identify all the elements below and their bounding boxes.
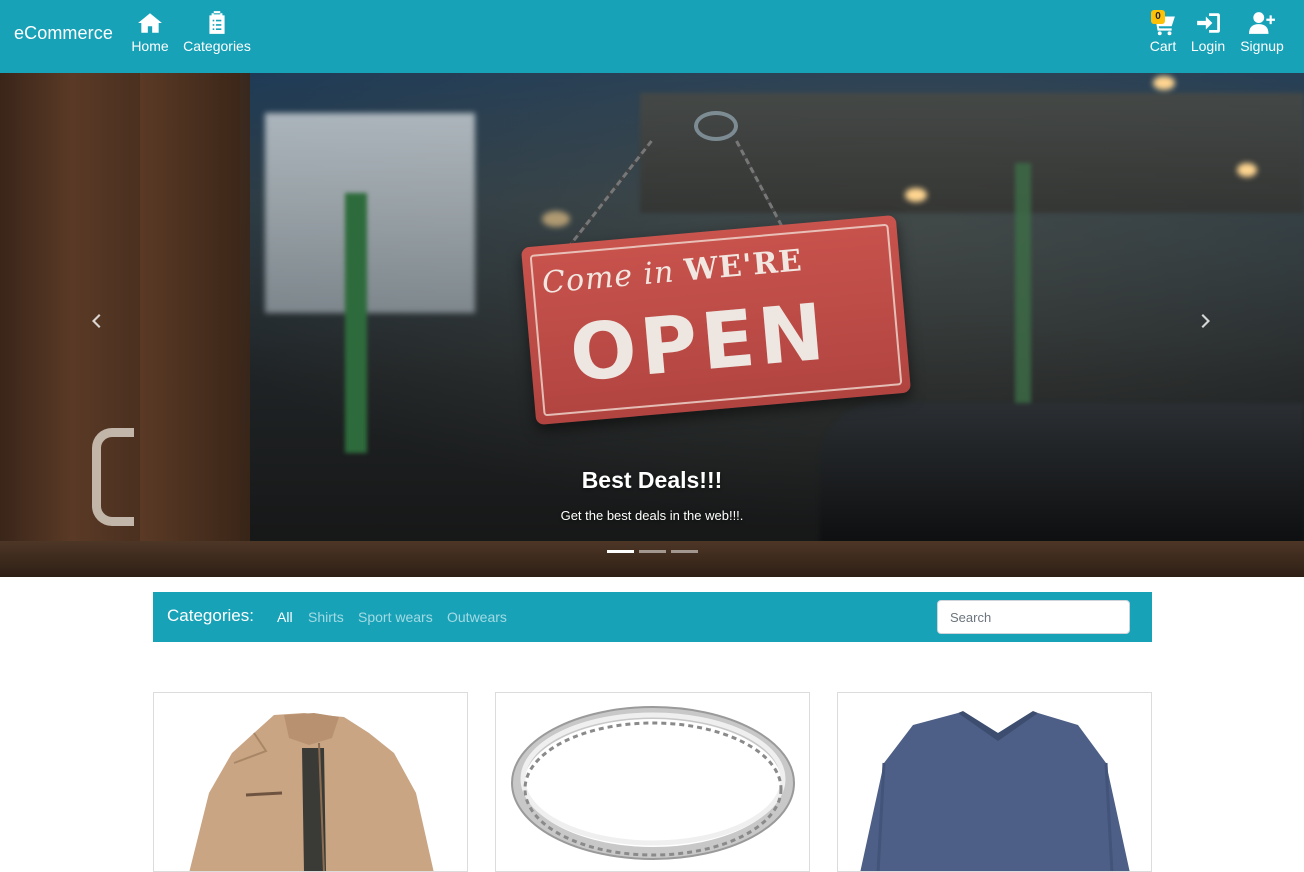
home-icon	[138, 13, 162, 33]
carousel-next-button[interactable]	[1198, 313, 1228, 343]
category-bar-title: Categories:	[167, 606, 254, 625]
clipboard-list-icon	[209, 11, 225, 34]
category-filter-bar: Categories: All Shirts Sport wears Outwe…	[153, 592, 1152, 642]
carousel-indicators	[607, 550, 698, 553]
category-link-all[interactable]: All	[277, 609, 293, 625]
cart-count-badge: 0	[1151, 10, 1165, 24]
nav-login-label: Login	[1190, 38, 1226, 54]
carousel-bg-pole	[1015, 163, 1031, 443]
carousel-indicator[interactable]	[607, 550, 634, 553]
nav-categories-label: Categories	[183, 38, 251, 54]
carousel-bg-light	[1153, 76, 1175, 90]
product-card[interactable]	[153, 692, 468, 872]
nav-signup-label: Signup	[1240, 38, 1284, 54]
chevron-left-icon	[92, 314, 101, 328]
beige-jacket-image	[189, 713, 434, 871]
carousel-bg-light	[542, 211, 570, 227]
nav-home-label: Home	[131, 38, 169, 54]
carousel-bg-light	[905, 188, 927, 202]
nav-cart[interactable]: 0 Cart	[1148, 10, 1178, 54]
hero-carousel: Come in WE'RE OPEN Best Deals!!! Get the …	[0, 73, 1304, 577]
open-sign-image: Come in WE'RE OPEN	[520, 214, 912, 426]
search-input[interactable]	[937, 600, 1130, 634]
nav-cart-label: Cart	[1149, 38, 1177, 54]
navbar: eCommerce Home Categories 0 Cart Login S…	[0, 0, 1304, 73]
nav-categories[interactable]: Categories	[183, 10, 251, 54]
user-plus-icon	[1249, 12, 1275, 34]
carousel-prev-button[interactable]	[88, 313, 118, 343]
sign-in-icon	[1197, 13, 1220, 33]
category-link-shirts[interactable]: Shirts	[308, 609, 344, 625]
silver-ring-image	[511, 706, 795, 860]
sign-hook	[694, 111, 738, 141]
carousel-indicator[interactable]	[639, 550, 666, 553]
blue-sweater-image	[860, 711, 1130, 871]
chevron-right-icon	[1201, 314, 1210, 328]
carousel-bg-awning	[640, 93, 1304, 213]
carousel-bg-building	[265, 113, 475, 313]
carousel-caption-title: Best Deals!!!	[581, 467, 723, 493]
category-link-sport-wears[interactable]: Sport wears	[358, 609, 433, 625]
nav-login[interactable]: Login	[1189, 10, 1227, 54]
carousel-indicator[interactable]	[671, 550, 698, 553]
carousel-bg-pole	[345, 193, 367, 453]
nav-signup[interactable]: Signup	[1239, 10, 1285, 54]
carousel-caption-text: Get the best deals in the web!!!.	[560, 508, 744, 523]
product-card[interactable]	[495, 692, 810, 872]
carousel-bg-door-sill	[0, 541, 1304, 577]
category-link-outwears[interactable]: Outwears	[447, 609, 507, 625]
nav-home[interactable]: Home	[130, 10, 170, 54]
door-handle	[92, 428, 134, 526]
carousel-bg-light	[1237, 163, 1257, 177]
brand-logo[interactable]: eCommerce	[14, 23, 113, 44]
carousel-bg-door	[140, 73, 250, 577]
carousel-bg-car	[820, 403, 1304, 543]
product-card[interactable]	[837, 692, 1152, 872]
